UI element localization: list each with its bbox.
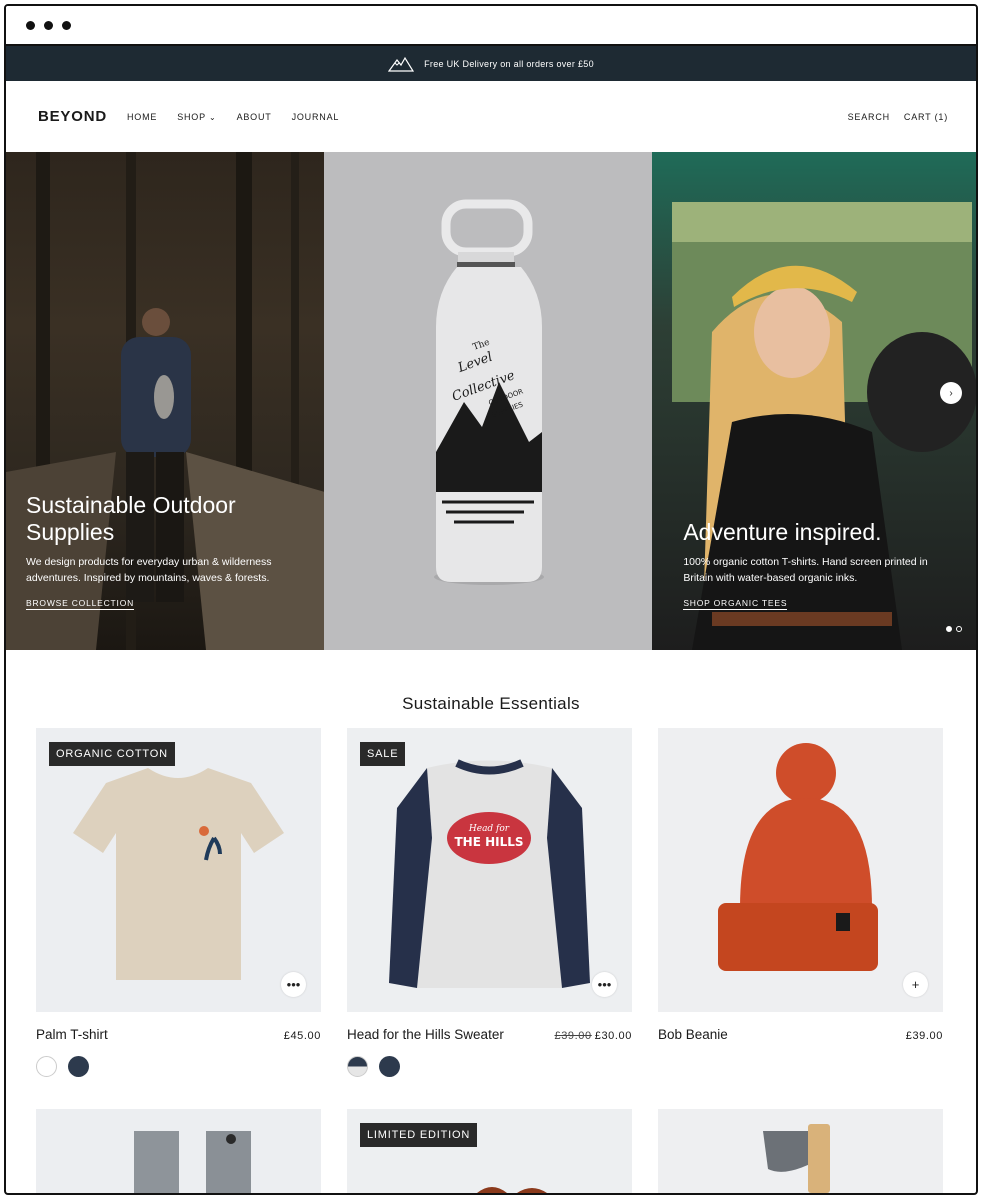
product-info: Palm T-shirt £45.00	[36, 1027, 321, 1042]
hero-body-right: 100% organic cotton T-shirts. Hand scree…	[683, 556, 928, 584]
product-price: £39.00	[905, 1030, 943, 1042]
old-price: £39.00	[554, 1030, 592, 1042]
hero-slideshow: Sustainable Outdoor Supplies We design p…	[6, 152, 976, 650]
hero-slide-adventure: › Adventure inspired. 100% organic cotto…	[652, 152, 976, 650]
plus-icon[interactable]: +	[903, 972, 928, 997]
hero-caption-left: Sustainable Outdoor Supplies We design p…	[26, 492, 296, 611]
hero-title-right: Adventure inspired.	[683, 519, 882, 545]
product-name[interactable]: Head for the Hills Sweater	[347, 1027, 504, 1042]
product-image[interactable]: Head for THE HILLS SALE •••	[347, 728, 632, 1012]
product-image[interactable]: ORGANIC COTTON •••	[36, 728, 321, 1012]
window-dot[interactable]	[26, 21, 35, 30]
mountain-icon	[388, 56, 415, 72]
sweater-print: THE HILLS	[454, 835, 523, 849]
product-card[interactable]: LIMITED EDITION	[347, 1109, 632, 1193]
hero-slide-bottle: The Level Collective OUTDOOR SUPPLIES	[323, 152, 653, 650]
product-badge: ORGANIC COTTON	[49, 742, 175, 766]
hero-body-left: We design products for everyday urban & …	[26, 556, 272, 584]
chevron-right-icon: ›	[949, 387, 953, 399]
browse-collection-link[interactable]: BROWSE COLLECTION	[26, 598, 135, 610]
nav-about[interactable]: ABOUT	[237, 112, 272, 122]
product-card[interactable]: ORGANIC COTTON ••• Palm T-shirt £45.00	[36, 728, 321, 1077]
ellipsis-icon[interactable]: •••	[592, 972, 617, 997]
swatch-navy[interactable]	[68, 1056, 89, 1077]
main-nav: HOME SHOP ⌄ ABOUT JOURNAL	[127, 112, 339, 122]
sweater-image: Head for THE HILLS	[389, 759, 590, 988]
site-logo[interactable]: BEYOND	[38, 108, 107, 125]
product-price: £45.00	[283, 1030, 321, 1042]
product-image[interactable]	[658, 1109, 943, 1193]
bottle-image: The Level Collective OUTDOOR SUPPLIES	[433, 199, 544, 585]
swatch-white[interactable]	[36, 1056, 57, 1077]
product-image[interactable]: +	[658, 728, 943, 1012]
hero-title-line: Supplies	[26, 519, 115, 545]
product-card[interactable]	[658, 1109, 943, 1193]
announcement-bar: Free UK Delivery on all orders over £50	[6, 46, 976, 81]
chevron-down-icon: ⌄	[209, 112, 217, 122]
shop-organic-tees-link[interactable]: SHOP ORGANIC TEES	[683, 598, 788, 610]
product-badge: SALE	[360, 742, 406, 766]
section-title: Sustainable Essentials	[402, 694, 580, 713]
product-info: Bob Beanie £39.00	[658, 1027, 943, 1042]
cart-link[interactable]: CART (1)	[904, 112, 948, 122]
hero-slide-forest: Sustainable Outdoor Supplies We design p…	[6, 152, 324, 650]
window-dot[interactable]	[62, 21, 71, 30]
slideshow-next-button[interactable]: ›	[940, 382, 962, 404]
product-image-art	[477, 1187, 547, 1193]
utility-nav: SEARCH CART (1)	[848, 112, 948, 122]
ellipsis-icon[interactable]: •••	[281, 972, 306, 997]
product-price: £39.00 £30.00	[555, 1030, 633, 1042]
window-chrome	[6, 6, 976, 46]
sweater-print: Head for	[468, 824, 510, 834]
site-header: BEYOND HOME SHOP ⌄ ABOUT JOURNAL SEARCH …	[6, 81, 976, 152]
hero-caption-right: Adventure inspired. 100% organic cotton …	[683, 519, 953, 611]
hero-title-line: Sustainable Outdoor	[26, 492, 236, 518]
product-card[interactable]: Head for THE HILLS SALE ••• Head for the…	[347, 728, 632, 1077]
nav-journal[interactable]: JOURNAL	[292, 112, 340, 122]
nav-shop-label: SHOP	[177, 111, 206, 122]
product-name[interactable]: Bob Beanie	[658, 1027, 728, 1042]
hero-title-left: Sustainable Outdoor Supplies	[26, 492, 296, 546]
window-dot[interactable]	[44, 21, 53, 30]
slideshow-dots	[946, 626, 962, 632]
nav-home[interactable]: HOME	[127, 112, 157, 122]
product-image[interactable]	[36, 1109, 321, 1193]
search-link[interactable]: SEARCH	[848, 112, 890, 122]
axe-image	[763, 1124, 830, 1193]
product-info: Head for the Hills Sweater £39.00 £30.00	[347, 1027, 632, 1042]
swatch-navy[interactable]	[379, 1056, 400, 1077]
announcement-text: Free UK Delivery on all orders over £50	[424, 58, 594, 69]
swatch-navy-grey[interactable]	[347, 1056, 368, 1077]
beanie-image	[718, 743, 878, 971]
slide-dot[interactable]	[956, 626, 962, 632]
product-image[interactable]: LIMITED EDITION	[347, 1109, 632, 1193]
color-swatches	[36, 1056, 321, 1077]
product-name[interactable]: Palm T-shirt	[36, 1027, 108, 1042]
sale-price: £30.00	[594, 1030, 632, 1042]
product-card[interactable]: + Bob Beanie £39.00	[658, 728, 943, 1042]
tshirt-image	[73, 768, 284, 980]
nav-shop[interactable]: SHOP ⌄	[177, 112, 216, 122]
color-swatches	[347, 1056, 632, 1077]
socks-image	[134, 1131, 251, 1193]
slide-dot-active[interactable]	[946, 626, 952, 632]
product-card[interactable]	[36, 1109, 321, 1193]
